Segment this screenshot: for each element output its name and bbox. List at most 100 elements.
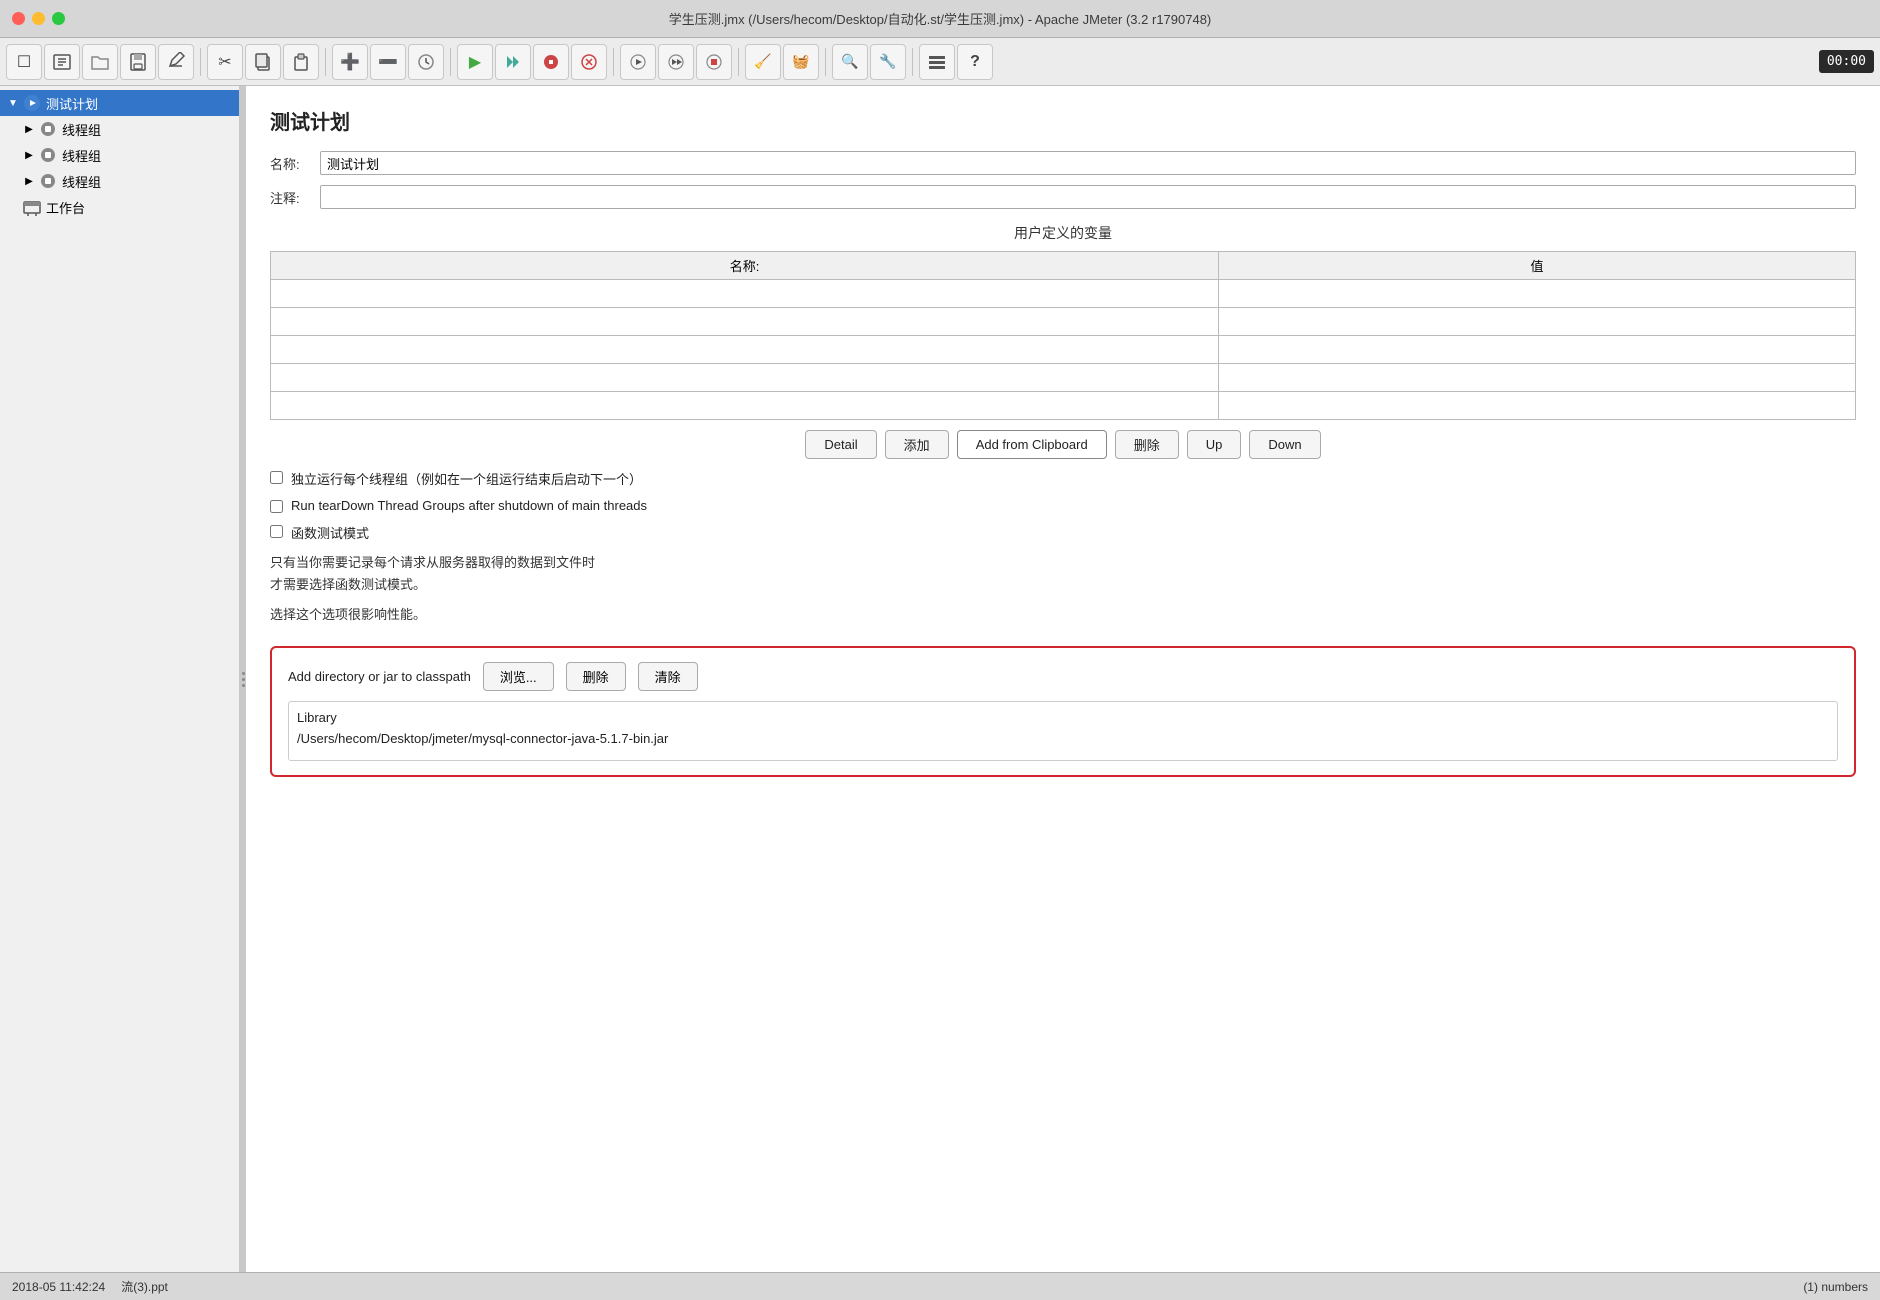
shutdown-button[interactable] (571, 44, 607, 80)
add-button[interactable]: 添加 (885, 430, 949, 459)
table-row-empty-5 (271, 392, 1856, 420)
comment-input[interactable] (320, 185, 1856, 209)
table-row-empty-1 (271, 280, 1856, 308)
thread-group-2-icon (38, 145, 58, 165)
help-button[interactable]: ? (957, 44, 993, 80)
test-plan-label: 测试计划 (46, 94, 98, 113)
list-button[interactable] (919, 44, 955, 80)
open-templates-button[interactable] (44, 44, 80, 80)
status-filename: 流(3).ppt (121, 1278, 168, 1295)
collapse-button[interactable]: ➖ (370, 44, 406, 80)
table-actions: Detail 添加 Add from Clipboard 删除 Up Down (270, 430, 1856, 459)
cut-button[interactable]: ✂ (207, 44, 243, 80)
status-datetime: 2018-05 11:42:24 (12, 1280, 105, 1294)
open-button[interactable] (82, 44, 118, 80)
main-area: ▼ 测试计划 ▶ 线程组 ▶ 线程组 (0, 86, 1880, 1272)
tree-toggle-tg1[interactable]: ▶ (22, 122, 36, 136)
name-label: 名称: (270, 154, 320, 173)
copy-button[interactable] (245, 44, 281, 80)
name-field-row: 名称: (270, 151, 1856, 175)
title-bar: 学生压测.jmx (/Users/hecom/Desktop/自动化.st/学生… (0, 0, 1880, 38)
info-text-3: 选择这个选项很影响性能。 (270, 604, 1856, 626)
run-button[interactable]: ▶ (457, 44, 493, 80)
name-input[interactable] (320, 151, 1856, 175)
info-text-1: 只有当你需要记录每个请求从服务器取得的数据到文件时 才需要选择函数测试模式。 (270, 552, 1856, 596)
close-button[interactable] (12, 12, 25, 25)
thread-group-1-label: 线程组 (62, 120, 101, 139)
classpath-header: Add directory or jar to classpath 浏览... … (288, 662, 1838, 691)
classpath-clear-button[interactable]: 清除 (638, 662, 698, 691)
search-button[interactable]: 🔍 (832, 44, 868, 80)
info-button[interactable]: 🔧 (870, 44, 906, 80)
remote-run-button[interactable] (620, 44, 656, 80)
tree-toggle-tg2[interactable]: ▶ (22, 148, 36, 162)
thread-group-1-icon (38, 119, 58, 139)
thread-group-3-icon (38, 171, 58, 191)
toggle-button[interactable] (408, 44, 444, 80)
detail-button[interactable]: Detail (805, 430, 876, 459)
comment-field-row: 注释: (270, 185, 1856, 209)
down-button[interactable]: Down (1249, 430, 1320, 459)
classpath-item-jar: /Users/hecom/Desktop/jmeter/mysql-connec… (297, 729, 1829, 750)
col-value: 值 (1219, 252, 1856, 280)
comment-label: 注释: (270, 188, 320, 207)
teardown-label: Run tearDown Thread Groups after shutdow… (291, 498, 647, 513)
workbench-label: 工作台 (46, 198, 85, 217)
edit-button[interactable] (158, 44, 194, 80)
toolbar: ☐ ✂ ➕ ➖ ▶ (0, 38, 1880, 86)
table-row-empty-2 (271, 308, 1856, 336)
save-button[interactable] (120, 44, 156, 80)
tree-children-test-plan: ▶ 线程组 ▶ 线程组 ▶ 线程组 (0, 116, 239, 194)
independent-run-checkbox[interactable] (270, 471, 283, 484)
paste-button[interactable] (283, 44, 319, 80)
variables-section-title: 用户定义的变量 (270, 223, 1856, 243)
panel-title: 测试计划 (270, 106, 1856, 135)
remote-stop-button[interactable] (696, 44, 732, 80)
functional-mode-row: 函数测试模式 (270, 523, 1856, 542)
teardown-checkbox[interactable] (270, 500, 283, 513)
classpath-delete-button[interactable]: 删除 (566, 662, 626, 691)
variables-table: 名称: 值 (270, 251, 1856, 420)
test-plan-icon (22, 93, 42, 113)
run-no-pause-button[interactable] (495, 44, 531, 80)
workbench-icon (22, 197, 42, 217)
status-bar: 2018-05 11:42:24 流(3).ppt (1) numbers (0, 1272, 1880, 1300)
sidebar-item-workbench[interactable]: 工作台 (0, 194, 239, 220)
sidebar-item-thread-group-2[interactable]: ▶ 线程组 (16, 142, 239, 168)
clear-button[interactable]: 🧹 (745, 44, 781, 80)
expand-button[interactable]: ➕ (332, 44, 368, 80)
sidebar-item-test-plan[interactable]: ▼ 测试计划 (0, 90, 239, 116)
classpath-section: Add directory or jar to classpath 浏览... … (270, 646, 1856, 777)
independent-run-label: 独立运行每个线程组（例如在一个组运行结束后启动下一个） (291, 469, 642, 488)
delete-button[interactable]: 删除 (1115, 430, 1179, 459)
stop-button[interactable] (533, 44, 569, 80)
tree-toggle-tg3[interactable]: ▶ (22, 174, 36, 188)
classpath-list: Library /Users/hecom/Desktop/jmeter/mysq… (288, 701, 1838, 761)
classpath-title: Add directory or jar to classpath (288, 669, 471, 684)
tree-toggle-test-plan[interactable]: ▼ (6, 96, 20, 110)
sidebar-item-thread-group-3[interactable]: ▶ 线程组 (16, 168, 239, 194)
maximize-button[interactable] (52, 12, 65, 25)
clear-all-button[interactable]: 🧺 (783, 44, 819, 80)
up-button[interactable]: Up (1187, 430, 1242, 459)
remote-run-all-button[interactable] (658, 44, 694, 80)
status-right: (1) numbers (1803, 1280, 1868, 1294)
functional-mode-checkbox[interactable] (270, 525, 283, 538)
thread-group-3-label: 线程组 (62, 172, 101, 191)
minimize-button[interactable] (32, 12, 45, 25)
functional-mode-label: 函数测试模式 (291, 523, 369, 542)
classpath-item-library: Library (297, 708, 1829, 729)
teardown-row: Run tearDown Thread Groups after shutdow… (270, 498, 1856, 513)
window-title: 学生压测.jmx (/Users/hecom/Desktop/自动化.st/学生… (669, 9, 1212, 28)
new-button[interactable]: ☐ (6, 44, 42, 80)
table-row-empty-3 (271, 336, 1856, 364)
col-name: 名称: (271, 252, 1219, 280)
browse-button[interactable]: 浏览... (483, 662, 554, 691)
window-controls (12, 12, 65, 25)
add-from-clipboard-button[interactable]: Add from Clipboard (957, 430, 1107, 459)
thread-group-2-label: 线程组 (62, 146, 101, 165)
sidebar-item-thread-group-1[interactable]: ▶ 线程组 (16, 116, 239, 142)
content-panel: 测试计划 名称: 注释: 用户定义的变量 名称: 值 (246, 86, 1880, 1272)
independent-run-row: 独立运行每个线程组（例如在一个组运行结束后启动下一个） (270, 469, 1856, 488)
table-row-empty-4 (271, 364, 1856, 392)
